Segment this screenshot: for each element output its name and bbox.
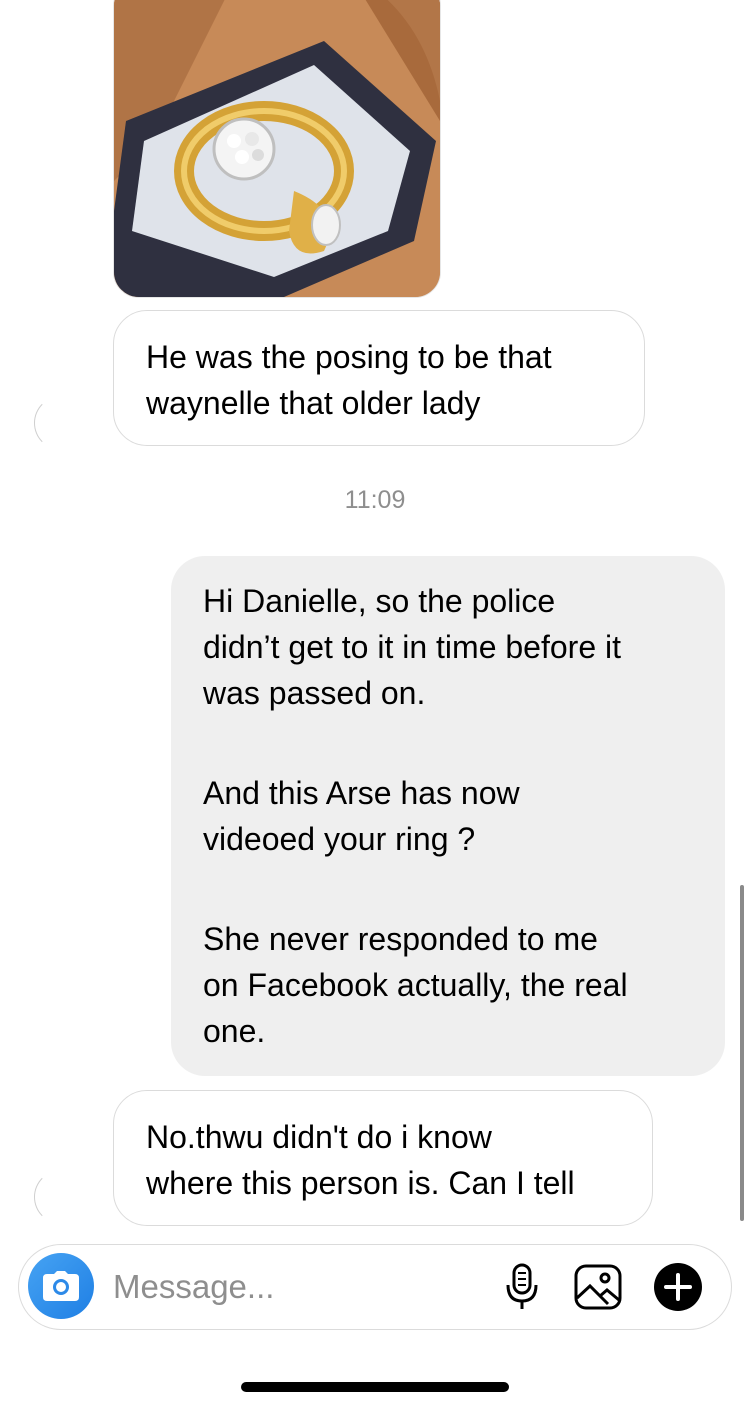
home-indicator <box>241 1382 509 1392</box>
sender-avatar[interactable] <box>34 1170 88 1224</box>
message-input[interactable] <box>113 1265 473 1309</box>
message-composer <box>18 1244 732 1330</box>
incoming-message-bubble[interactable]: No.thwu didn't do i know where this pers… <box>113 1090 653 1226</box>
camera-button[interactable] <box>28 1253 94 1319</box>
outgoing-message-bubble[interactable]: Hi Danielle, so the police didn’t get to… <box>171 556 725 1076</box>
plus-icon <box>654 1263 702 1311</box>
microphone-icon <box>506 1263 538 1309</box>
message-text: He was the posing to be that waynelle th… <box>146 339 552 421</box>
ring-photo <box>114 0 440 297</box>
gallery-button[interactable] <box>573 1262 623 1312</box>
message-text: No.thwu didn't do i know where this pers… <box>146 1119 575 1201</box>
incoming-message-bubble[interactable]: He was the posing to be that waynelle th… <box>113 310 645 446</box>
message-paragraph: She never responded to me on Facebook ac… <box>203 921 628 1049</box>
message-timestamp: 11:09 <box>344 486 406 514</box>
gallery-icon <box>574 1264 622 1310</box>
sender-avatar[interactable] <box>34 396 88 450</box>
ring-photo-message[interactable] <box>113 0 441 298</box>
camera-icon <box>43 1271 79 1301</box>
voice-message-button[interactable] <box>497 1262 547 1312</box>
message-paragraph: Hi Danielle, so the police didn’t get to… <box>203 583 621 711</box>
scrollbar[interactable] <box>740 885 744 1221</box>
message-paragraph: And this Arse has now videoed your ring … <box>203 775 520 857</box>
add-button[interactable] <box>653 1262 703 1312</box>
